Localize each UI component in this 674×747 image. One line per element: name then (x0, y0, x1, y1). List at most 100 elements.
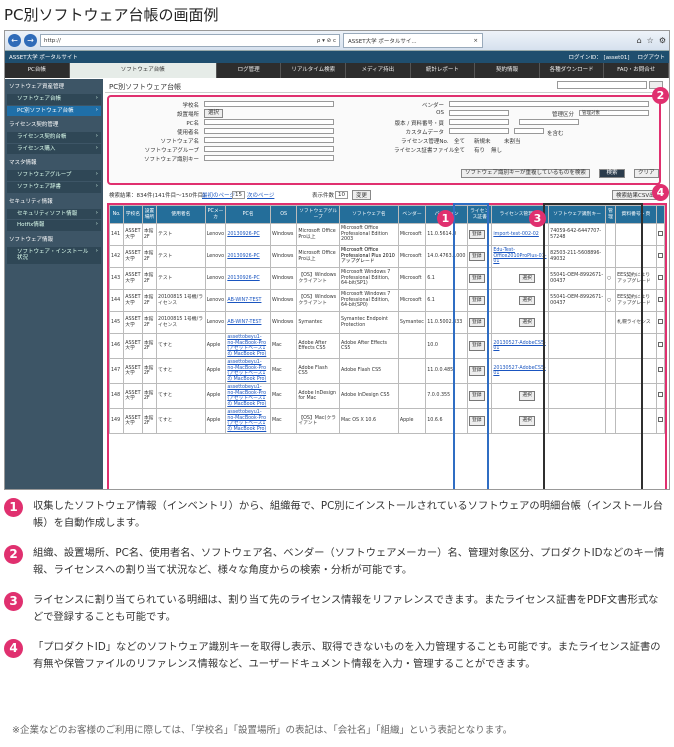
row-checkbox[interactable] (655, 408, 665, 435)
row-checkbox[interactable] (655, 383, 665, 410)
select-button[interactable]: 選択 (519, 273, 535, 284)
cell-pcname[interactable]: assettobeyu1-no-MacBook-Pro (アセットベース1 の … (225, 383, 271, 410)
row-checkbox[interactable] (655, 223, 665, 246)
radio-all[interactable]: 全て (454, 137, 465, 145)
menu-pc[interactable]: PC台帳 (5, 63, 70, 78)
star-icon[interactable]: ☆ (647, 36, 654, 45)
col-user[interactable]: 使用者名 (156, 205, 206, 224)
school-select[interactable] (204, 101, 334, 107)
menu-log[interactable]: ログ管理 (217, 63, 282, 78)
per-page-select[interactable]: 10 (335, 191, 348, 199)
menu-contract[interactable]: 契約情報 (475, 63, 540, 78)
select-button[interactable]: 選択 (519, 317, 535, 328)
clear-button[interactable]: クリア (634, 169, 659, 178)
row-checkbox[interactable] (655, 289, 665, 312)
sidebar-item-software-ledger[interactable]: ソフトウェア台帳 (7, 94, 101, 105)
software-input[interactable] (204, 137, 334, 143)
menu-report[interactable]: 統計レポート (411, 63, 476, 78)
custom-select[interactable] (449, 128, 509, 134)
cell-school: ASSET大学 (123, 311, 143, 334)
sidebar-item-pc-software-ledger[interactable]: PC別ソフトウェア台帳 (7, 105, 101, 117)
row-checkbox[interactable] (655, 358, 665, 385)
radio-all-file[interactable]: 全て (454, 146, 465, 154)
menu-download[interactable]: 各種ダウンロード (540, 63, 605, 78)
select-button[interactable]: 選択 (519, 295, 535, 306)
sidebar-item-install-status[interactable]: ソフトウェア・インストール状況 (7, 246, 101, 264)
sidebar-item-hotfix[interactable]: Hotfix情報 (7, 220, 101, 231)
menu-media[interactable]: メディア持出 (346, 63, 411, 78)
vendor-input[interactable] (449, 101, 649, 107)
home-icon[interactable]: ⌂ (637, 36, 642, 45)
search-button[interactable]: 検索 (599, 169, 625, 178)
group-select[interactable] (204, 146, 334, 152)
menu-faq[interactable]: FAQ・お問合せ (604, 63, 669, 78)
address-bar[interactable]: http:// ρ ▾ ⊘ c (40, 34, 340, 47)
menu-software[interactable]: ソフトウェア台帳 (69, 63, 217, 78)
col-os[interactable]: OS (269, 205, 298, 224)
location-select-button[interactable]: 選択 (204, 109, 224, 118)
change-button[interactable]: 変更 (352, 190, 372, 200)
cell-pcname[interactable]: AB-WIN7-TEST (225, 289, 271, 312)
page-input[interactable] (519, 119, 579, 125)
col-check[interactable] (655, 205, 665, 224)
row-checkbox[interactable] (655, 332, 665, 360)
cell-license-mgmt[interactable]: Edu-Test-Office2010ProPlus-01-01 (491, 245, 550, 268)
cell-pcname[interactable]: 20130926-PC (225, 223, 271, 246)
pcname-input[interactable] (204, 119, 334, 125)
next-page-link[interactable]: 次のページ (247, 191, 274, 199)
cell-license-mgmt[interactable]: 20130527-AdobeCS5-01 (491, 332, 550, 360)
serial-input[interactable] (449, 119, 509, 125)
row-checkbox[interactable] (655, 267, 665, 290)
sidebar-item-dictionary[interactable]: ソフトウェア辞書 (7, 181, 101, 193)
select-button[interactable]: 選択 (519, 391, 535, 401)
mgmt-select[interactable]: 管理対象 (579, 110, 649, 116)
view-select[interactable] (557, 81, 647, 89)
custom-input[interactable] (514, 128, 544, 134)
os-select[interactable] (449, 110, 509, 116)
radio-unreg[interactable]: 新規未 (474, 137, 491, 145)
sidebar-item-security-soft[interactable]: セキュリティソフト情報 (7, 208, 101, 220)
browser-tab[interactable]: ASSET大学 ポータルサイ... × (343, 33, 483, 48)
first-page-link[interactable]: 最初のページ (202, 191, 235, 199)
row-checkbox[interactable] (655, 245, 665, 268)
sidebar-item-software-group[interactable]: ソフトウェアグループ (7, 170, 101, 181)
radio-unassigned[interactable]: 未割当 (504, 137, 521, 145)
user-input[interactable] (204, 128, 334, 134)
menu-realtime[interactable]: リアルタイム検索 (281, 63, 347, 78)
cell-license-mgmt[interactable]: 20130527-AdobeCS5-01 (491, 358, 550, 385)
logout-link[interactable]: ログアウト (637, 53, 665, 61)
cell-pcname[interactable]: assettobeyu1-no-MacBook-Pro (アセットベース1 の … (225, 332, 271, 360)
cell-no: 143 (109, 267, 125, 290)
radio-yes[interactable]: 有り (474, 146, 485, 154)
number-badge: 2 (4, 545, 23, 564)
sidebar-item-license-purchase[interactable]: ライセンス購入 (7, 143, 101, 155)
license-key-input[interactable] (204, 155, 334, 161)
col-software[interactable]: ソフトウェア名 (338, 205, 399, 224)
cell-pcname[interactable]: 20130926-PC (225, 267, 271, 290)
gear-icon[interactable]: ⚙ (659, 36, 666, 45)
cell-license-mgmt[interactable]: import-test-002-02 (491, 223, 550, 246)
cell-pcname[interactable]: AB-WIN7-TEST (225, 311, 271, 334)
select-button[interactable]: 選択 (519, 416, 535, 426)
radio-no[interactable]: 無し (491, 146, 502, 154)
col-location[interactable]: 設置場所 (141, 205, 158, 224)
col-vendor[interactable]: ベンダー (397, 205, 427, 224)
row-checkbox[interactable] (655, 311, 665, 334)
col-group[interactable]: ソフトウェアグループ (296, 205, 340, 224)
back-icon[interactable]: ← (8, 34, 21, 47)
search-form: 学校名 設置場所 選択 PC名 使用者名 ソフトウェア名 ソフトウェアグループ … (107, 95, 661, 185)
col-pcname[interactable]: PC名 (225, 205, 271, 224)
forward-icon[interactable]: → (24, 34, 37, 47)
col-maker[interactable]: PCメーカ (204, 205, 227, 224)
sidebar-item-license-ledger[interactable]: ライセンス契約台帳 (7, 132, 101, 143)
col-no[interactable]: No. (109, 205, 125, 224)
cell-vendor: Microsoft (397, 289, 427, 312)
cell-no: 148 (109, 383, 125, 410)
cell-pcname[interactable]: assettobeyu1-no-MacBook-Pro (アセットベース1 の … (225, 408, 271, 435)
close-icon[interactable]: × (473, 38, 478, 44)
duplicate-key-search-button[interactable]: ソフトウェア識別キーが重複しているものを検索 (461, 169, 590, 178)
col-school[interactable]: 学校名 (123, 205, 143, 224)
page-select[interactable]: 15 (232, 191, 245, 199)
cell-pcname[interactable]: 20130926-PC (225, 245, 271, 268)
cell-pcname[interactable]: assettobeyu1-no-MacBook-Pro (アセットベース1 の … (225, 358, 271, 385)
